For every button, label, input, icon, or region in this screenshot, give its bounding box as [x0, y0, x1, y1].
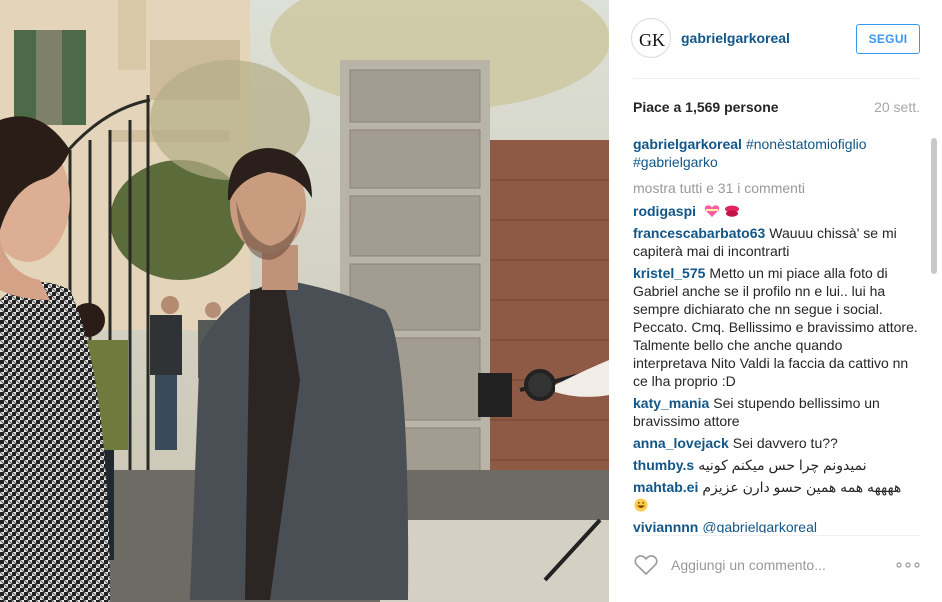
comment-username[interactable]: thumby.s [633, 457, 694, 473]
comment-text: نمیدونم چرا حس میکنم کونیه [698, 457, 867, 473]
comment-username[interactable]: anna_lovejack [633, 435, 729, 451]
comment-text: Sei davvero tu?? [732, 435, 838, 451]
list-item: viviannnn @gabrielgarkoreal [633, 518, 918, 533]
comments-scrollbar[interactable] [931, 138, 937, 274]
post-sidebar: GK gabrielgarkoreal SEGUI Piace a 1,569 … [609, 0, 942, 602]
avatar-monogram: GK [639, 30, 665, 50]
comment-username[interactable]: viviannnn [633, 519, 698, 533]
username-link[interactable]: gabrielgarkoreal [681, 30, 790, 46]
list-item: rodigaspi [633, 202, 918, 220]
list-item: francescabarbato63 Wauuu chissà' se mi ca… [633, 224, 918, 260]
list-item: kristel_575 Metto un mi piace alla foto d… [633, 264, 918, 390]
post-header: GK gabrielgarkoreal SEGUI [609, 0, 942, 78]
post-photo[interactable] [0, 0, 609, 602]
kiss-mark-emoji [724, 205, 739, 217]
heart-with-ribbon-emoji [704, 205, 720, 217]
caption-username[interactable]: gabrielgarkoreal [633, 136, 742, 152]
comment-username[interactable]: mahtab.ei [633, 479, 698, 495]
hashtag-link[interactable]: #gabrielgarko [633, 154, 718, 170]
comment-username[interactable]: rodigaspi [633, 203, 696, 219]
heart-outline-icon[interactable] [633, 552, 659, 578]
list-item: katy_mania Sei stupendo bellissimo un bra… [633, 394, 918, 430]
divider [633, 78, 919, 79]
mention-link[interactable]: @gabrielgarkoreal [702, 519, 817, 533]
hashtag-link[interactable]: #nonèstatomiofiglio [746, 136, 867, 152]
follow-button[interactable]: SEGUI [856, 24, 920, 54]
comments-list[interactable]: gabrielgarkoreal #nonèstatomiofiglio #gab… [633, 135, 918, 533]
monogram-logo: GK [639, 30, 665, 50]
comment-username[interactable]: francescabarbato63 [633, 225, 765, 241]
post-image [0, 0, 609, 602]
comment-input[interactable] [671, 553, 881, 577]
comment-text: Metto un mi piace alla foto di Gabriel a… [633, 265, 918, 389]
divider [633, 535, 919, 536]
comment-username[interactable]: kristel_575 [633, 265, 705, 281]
avatar[interactable]: GK [631, 18, 671, 58]
show-all-comments-link[interactable]: mostra tutti e 31 i commenti [633, 179, 918, 197]
comment-text: ههههه همه همین حسو دارن عزیزم [702, 479, 902, 495]
likes-count[interactable]: Piace a 1,569 persone [633, 99, 779, 115]
list-item: mahtab.ei ههههه همه همین حسو دارن عزیزم [633, 478, 918, 514]
more-options-icon[interactable] [895, 556, 921, 574]
post-caption: gabrielgarkoreal #nonèstatomiofiglio #gab… [633, 135, 918, 171]
list-item: anna_lovejack Sei davvero tu?? [633, 434, 918, 452]
comment-username[interactable]: katy_mania [633, 395, 709, 411]
list-item: thumby.s نمیدونم چرا حس میکنم کونیه [633, 456, 918, 474]
grinning-face-emoji [634, 498, 648, 512]
post-date[interactable]: 20 sett. [874, 99, 920, 115]
